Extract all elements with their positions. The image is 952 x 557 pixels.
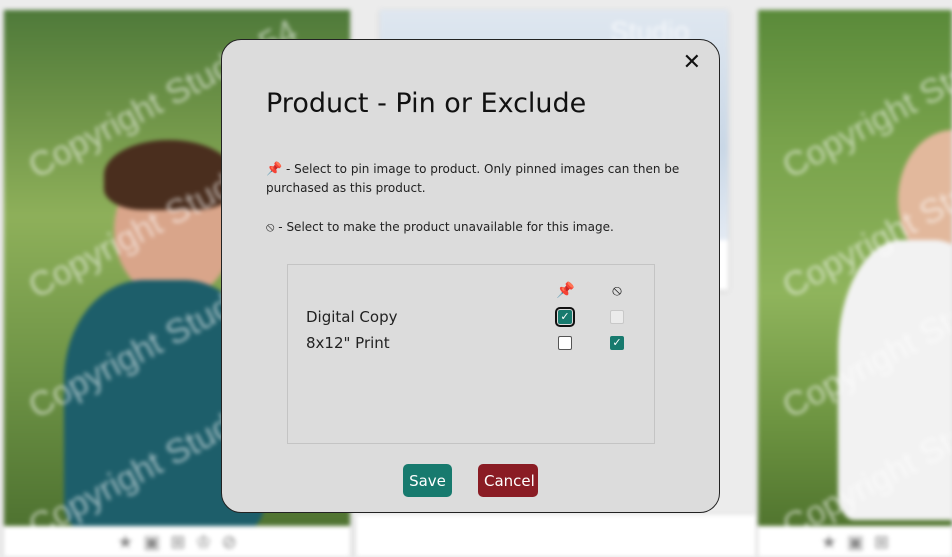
image-icon[interactable]: ▣ [143, 532, 160, 553]
product-row-digital-copy: Digital Copy [306, 308, 398, 326]
star-icon[interactable]: ★ [821, 532, 837, 553]
exclude-checkbox-8x12-print[interactable]: ✓ [610, 336, 624, 350]
pin-checkbox-8x12-print[interactable] [558, 336, 572, 350]
photo-card[interactable] [356, 515, 756, 557]
image-icon[interactable]: ▣ [847, 532, 864, 553]
crown-icon[interactable]: ♔ [196, 532, 212, 553]
dialog-title: Product - Pin or Exclude [266, 88, 587, 119]
gift-icon[interactable]: ⊞ [170, 532, 185, 553]
exclude-column-icon: ⦸ [612, 281, 622, 299]
product-row-8x12-print: 8x12" Print [306, 334, 390, 352]
photo-image[interactable]: Copyright Studio 54 Copyright Studio 54 … [758, 10, 952, 526]
star-icon[interactable]: ★ [117, 532, 133, 553]
close-icon[interactable]: ✕ [683, 52, 701, 74]
cancel-button[interactable]: Cancel [478, 464, 538, 497]
card-toolbar: ★ ▣ ⊞ ♔ ⊘ [4, 532, 350, 553]
card-toolbar: ★ ▣ ⊞ [758, 532, 952, 553]
product-list: 📌 ⦸ Digital Copy ✓ 8x12" Print ✓ [287, 264, 655, 444]
pin-checkbox-digital-copy[interactable]: ✓ [555, 307, 575, 327]
pin-column-icon: 📌 [556, 281, 575, 299]
gift-icon[interactable]: ⊞ [874, 532, 889, 553]
save-button[interactable]: Save [403, 464, 452, 497]
exclude-help-text: ⦸ - Select to make the product unavailab… [266, 220, 614, 235]
hide-icon[interactable]: ⊘ [222, 532, 237, 553]
pin-exclude-dialog: ✕ Product - Pin or Exclude 📌 - Select to… [221, 39, 720, 513]
pin-icon: 📌 [266, 162, 283, 177]
exclude-checkbox-digital-copy[interactable] [610, 310, 624, 324]
photo-card[interactable]: Copyright Studio 54 Copyright Studio 54 … [758, 10, 952, 557]
pin-help-text: 📌 - Select to pin image to product. Only… [266, 162, 680, 195]
